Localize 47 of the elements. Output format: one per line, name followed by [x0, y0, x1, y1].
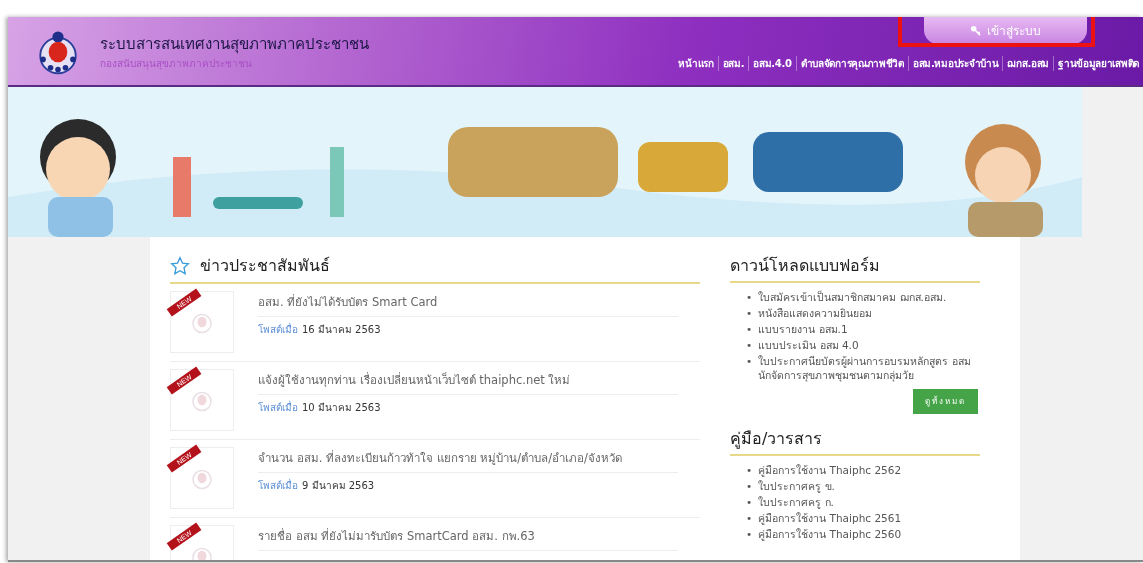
list-link[interactable]: แบบประเมิน อสม 4.0: [758, 337, 859, 353]
bullet: •: [746, 511, 753, 526]
list-link[interactable]: คู่มือการใช้งาน Thaiphc 2560: [758, 526, 902, 542]
news-link[interactable]: แจ้งผู้ใช้งานทุกท่าน เรื่องเปลี่ยนหน้าเว็บไซต์ thaiphc.net ใหม่: [258, 369, 678, 395]
bullet: •: [746, 527, 753, 542]
post-date: 9 มีนาคม 2563: [302, 480, 375, 491]
star-icon: [170, 255, 190, 276]
nav-link[interactable]: อสม.หมอประจำบ้าน: [907, 56, 1003, 71]
thumbnail-image: [170, 369, 234, 431]
list-link[interactable]: หนังสือแสดงความยินยอม: [758, 305, 873, 321]
bullet: •: [746, 354, 753, 369]
section-title: คู่มือ/วารสาร: [730, 426, 980, 456]
news-link[interactable]: อสม. ที่ยังไม่ได้รับบัตร Smart Card: [258, 291, 678, 317]
thumbnail-image: [170, 291, 234, 353]
posted-label: โพสต์เมื่อ: [258, 402, 298, 413]
site-subtitle: กองสนับสนุนสุขภาพภาคประชาชน: [100, 56, 253, 71]
post-date: 10 มีนาคม 2563: [302, 402, 381, 413]
bullet: •: [746, 463, 753, 478]
nav-link[interactable]: หน้าแรก: [674, 56, 718, 71]
list-link[interactable]: ใบประกาศนียบัตรผู้ผ่านการอบรมหลักสูตร อสม นักจัดการสุขภาพชุมชนตามกลุ่มวัย: [758, 353, 980, 383]
nav-link[interactable]: อสม.4.0: [748, 56, 796, 71]
list-link[interactable]: คู่มือการใช้งาน Thaiphc 2562: [758, 462, 902, 478]
bullet: •: [746, 290, 753, 305]
list-link[interactable]: ใบประกาศครู ข.: [758, 478, 835, 494]
posted-label: โพสต์เมื่อ: [258, 480, 298, 491]
section-title: ดาวน์โหลดแบบฟอร์ม: [730, 253, 980, 283]
news-link[interactable]: จำนวน อสม. ที่ลงทะเบียนก้าวท้าใจ แยกราย หมู่บ้าน/ตำบล/อำเภอ/จังหวัด: [258, 447, 678, 473]
site-title: ระบบสารสนเทศงานสุขภาพภาคประชาชน: [100, 33, 369, 56]
section-title: ข่าวประชาสัมพันธ์: [200, 255, 330, 277]
list-link[interactable]: ใบสมัครเข้าเป็นสมาชิกสมาคม ฌกส.อสม.: [758, 289, 947, 305]
key-icon: [970, 25, 981, 36]
post-date: 16 มีนาคม 2563: [302, 324, 381, 335]
list-link[interactable]: ใบประกาศครู ก.: [758, 494, 834, 510]
nav-link[interactable]: ฌกส.อสม: [1002, 56, 1054, 71]
thumbnail-image: [170, 447, 234, 509]
news-link[interactable]: รายชื่อ อสม ที่ยังไม่มารับบัตร SmartCard อสม. กพ.63: [258, 525, 678, 551]
list-link[interactable]: คู่มือการใช้งาน Thaiphc 2561: [758, 510, 902, 526]
nav-link[interactable]: ตำบลจัดการคุณภาพชีวิต: [795, 56, 908, 71]
bullet: •: [746, 306, 753, 321]
bullet: •: [746, 495, 753, 510]
posted-label: โพสต์เมื่อ: [258, 324, 298, 335]
list-link[interactable]: แบบรายงาน อสม.1: [758, 321, 848, 337]
bullet: •: [746, 479, 753, 494]
nav-link[interactable]: ฐานข้อมูลยาเสพติด: [1053, 56, 1143, 71]
bullet: •: [746, 338, 753, 353]
bullet: •: [746, 322, 753, 337]
nav-link[interactable]: อสม.: [717, 56, 749, 71]
